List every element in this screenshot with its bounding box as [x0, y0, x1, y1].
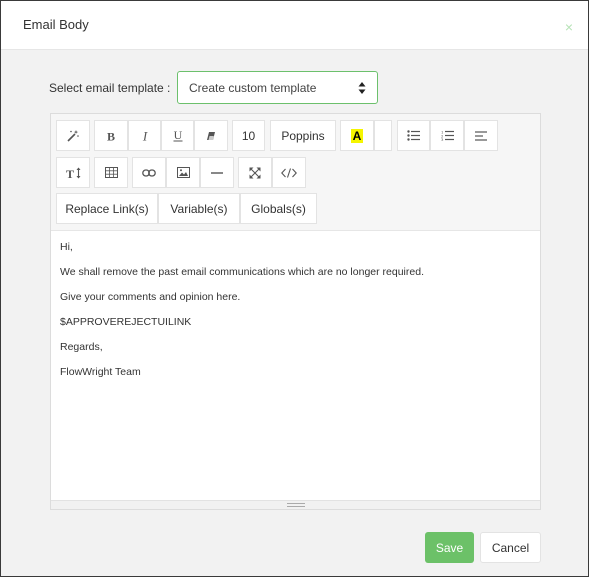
horizontal-rule-button[interactable]	[200, 157, 234, 188]
unordered-list-icon	[407, 130, 420, 141]
editor-resize-handle[interactable]	[51, 500, 540, 509]
body-line: Regards,	[60, 341, 103, 353]
svg-text:3: 3	[441, 137, 444, 141]
svg-text:I: I	[141, 130, 147, 142]
replace-links-label: Replace Link(s)	[65, 201, 149, 216]
editor-content-area[interactable]: Hi, We shall remove the past email commu…	[51, 230, 540, 500]
select-arrows-icon	[358, 82, 366, 94]
svg-text:U: U	[173, 129, 182, 142]
text-height-button[interactable]: T	[56, 157, 90, 188]
variables-button[interactable]: Variable(s)	[158, 193, 240, 224]
body-line: Hi,	[60, 241, 73, 253]
italic-icon: I	[141, 130, 147, 142]
replace-links-button[interactable]: Replace Link(s)	[56, 193, 158, 224]
font-family-value: Poppins	[281, 128, 325, 143]
align-button[interactable]	[464, 120, 498, 151]
template-label: Select email template :	[49, 81, 171, 95]
ordered-list-button[interactable]: 1 2 3	[430, 120, 464, 151]
svg-text:B: B	[107, 130, 115, 142]
picture-icon	[176, 167, 190, 178]
code-view-button[interactable]	[272, 157, 306, 188]
text-color-dropdown[interactable]	[374, 120, 392, 151]
close-icon: ×	[564, 19, 574, 35]
body-line: We shall remove the past email communica…	[60, 266, 424, 278]
code-view-icon	[281, 167, 297, 178]
resize-grip-icon	[287, 503, 305, 507]
font-size-button[interactable]: 10	[232, 120, 265, 151]
svg-text:T: T	[66, 167, 74, 179]
bold-icon: B	[107, 130, 115, 142]
picture-button[interactable]	[166, 157, 200, 188]
dialog-header: Email Body ×	[1, 1, 588, 50]
table-icon	[104, 167, 118, 178]
template-select-value: Create custom template	[189, 81, 317, 95]
font-size-value: 10	[241, 128, 256, 143]
ordered-list-icon: 1 2 3	[441, 130, 454, 141]
save-button[interactable]: Save	[425, 532, 474, 563]
body-line: Give your comments and opinion here.	[60, 291, 241, 303]
editor-toolbar: B I U 10 Poppins A 1 2 3 T Replace Link(…	[51, 114, 540, 230]
close-button[interactable]: ×	[562, 20, 576, 34]
text-color-button[interactable]: A	[340, 120, 374, 151]
table-button[interactable]	[94, 157, 128, 188]
fullscreen-button[interactable]	[238, 157, 272, 188]
eraser-button[interactable]	[194, 120, 228, 151]
underline-button[interactable]: U	[161, 120, 194, 151]
unordered-list-button[interactable]	[397, 120, 430, 151]
text-color-icon: A	[350, 128, 364, 143]
bold-button[interactable]: B	[94, 120, 128, 151]
italic-button[interactable]: I	[128, 120, 161, 151]
link-button[interactable]	[132, 157, 166, 188]
globals-button[interactable]: Globals(s)	[240, 193, 317, 224]
link-icon	[142, 168, 156, 177]
magic-wand-button[interactable]	[56, 120, 90, 151]
email-body-dialog: Email Body × Select email template : Cre…	[0, 0, 589, 577]
align-icon	[475, 130, 487, 141]
rich-text-editor: B I U 10 Poppins A 1 2 3 T Replace Link(…	[50, 113, 541, 510]
fullscreen-icon	[249, 167, 261, 178]
template-select[interactable]: Create custom template	[177, 71, 378, 104]
eraser-icon	[207, 131, 215, 140]
horizontal-rule-icon	[211, 171, 223, 174]
magic-wand-icon	[67, 129, 79, 142]
underline-icon: U	[173, 129, 182, 142]
variables-label: Variable(s)	[170, 201, 228, 216]
dialog-title: Email Body	[23, 17, 89, 32]
globals-label: Globals(s)	[251, 201, 306, 216]
font-family-button[interactable]: Poppins	[270, 120, 336, 151]
text-height-icon: T	[66, 167, 80, 179]
cancel-button[interactable]: Cancel	[480, 532, 541, 563]
body-line: $APPROVEREJECTUILINK	[60, 316, 192, 328]
body-line: FlowWright Team	[60, 366, 141, 378]
